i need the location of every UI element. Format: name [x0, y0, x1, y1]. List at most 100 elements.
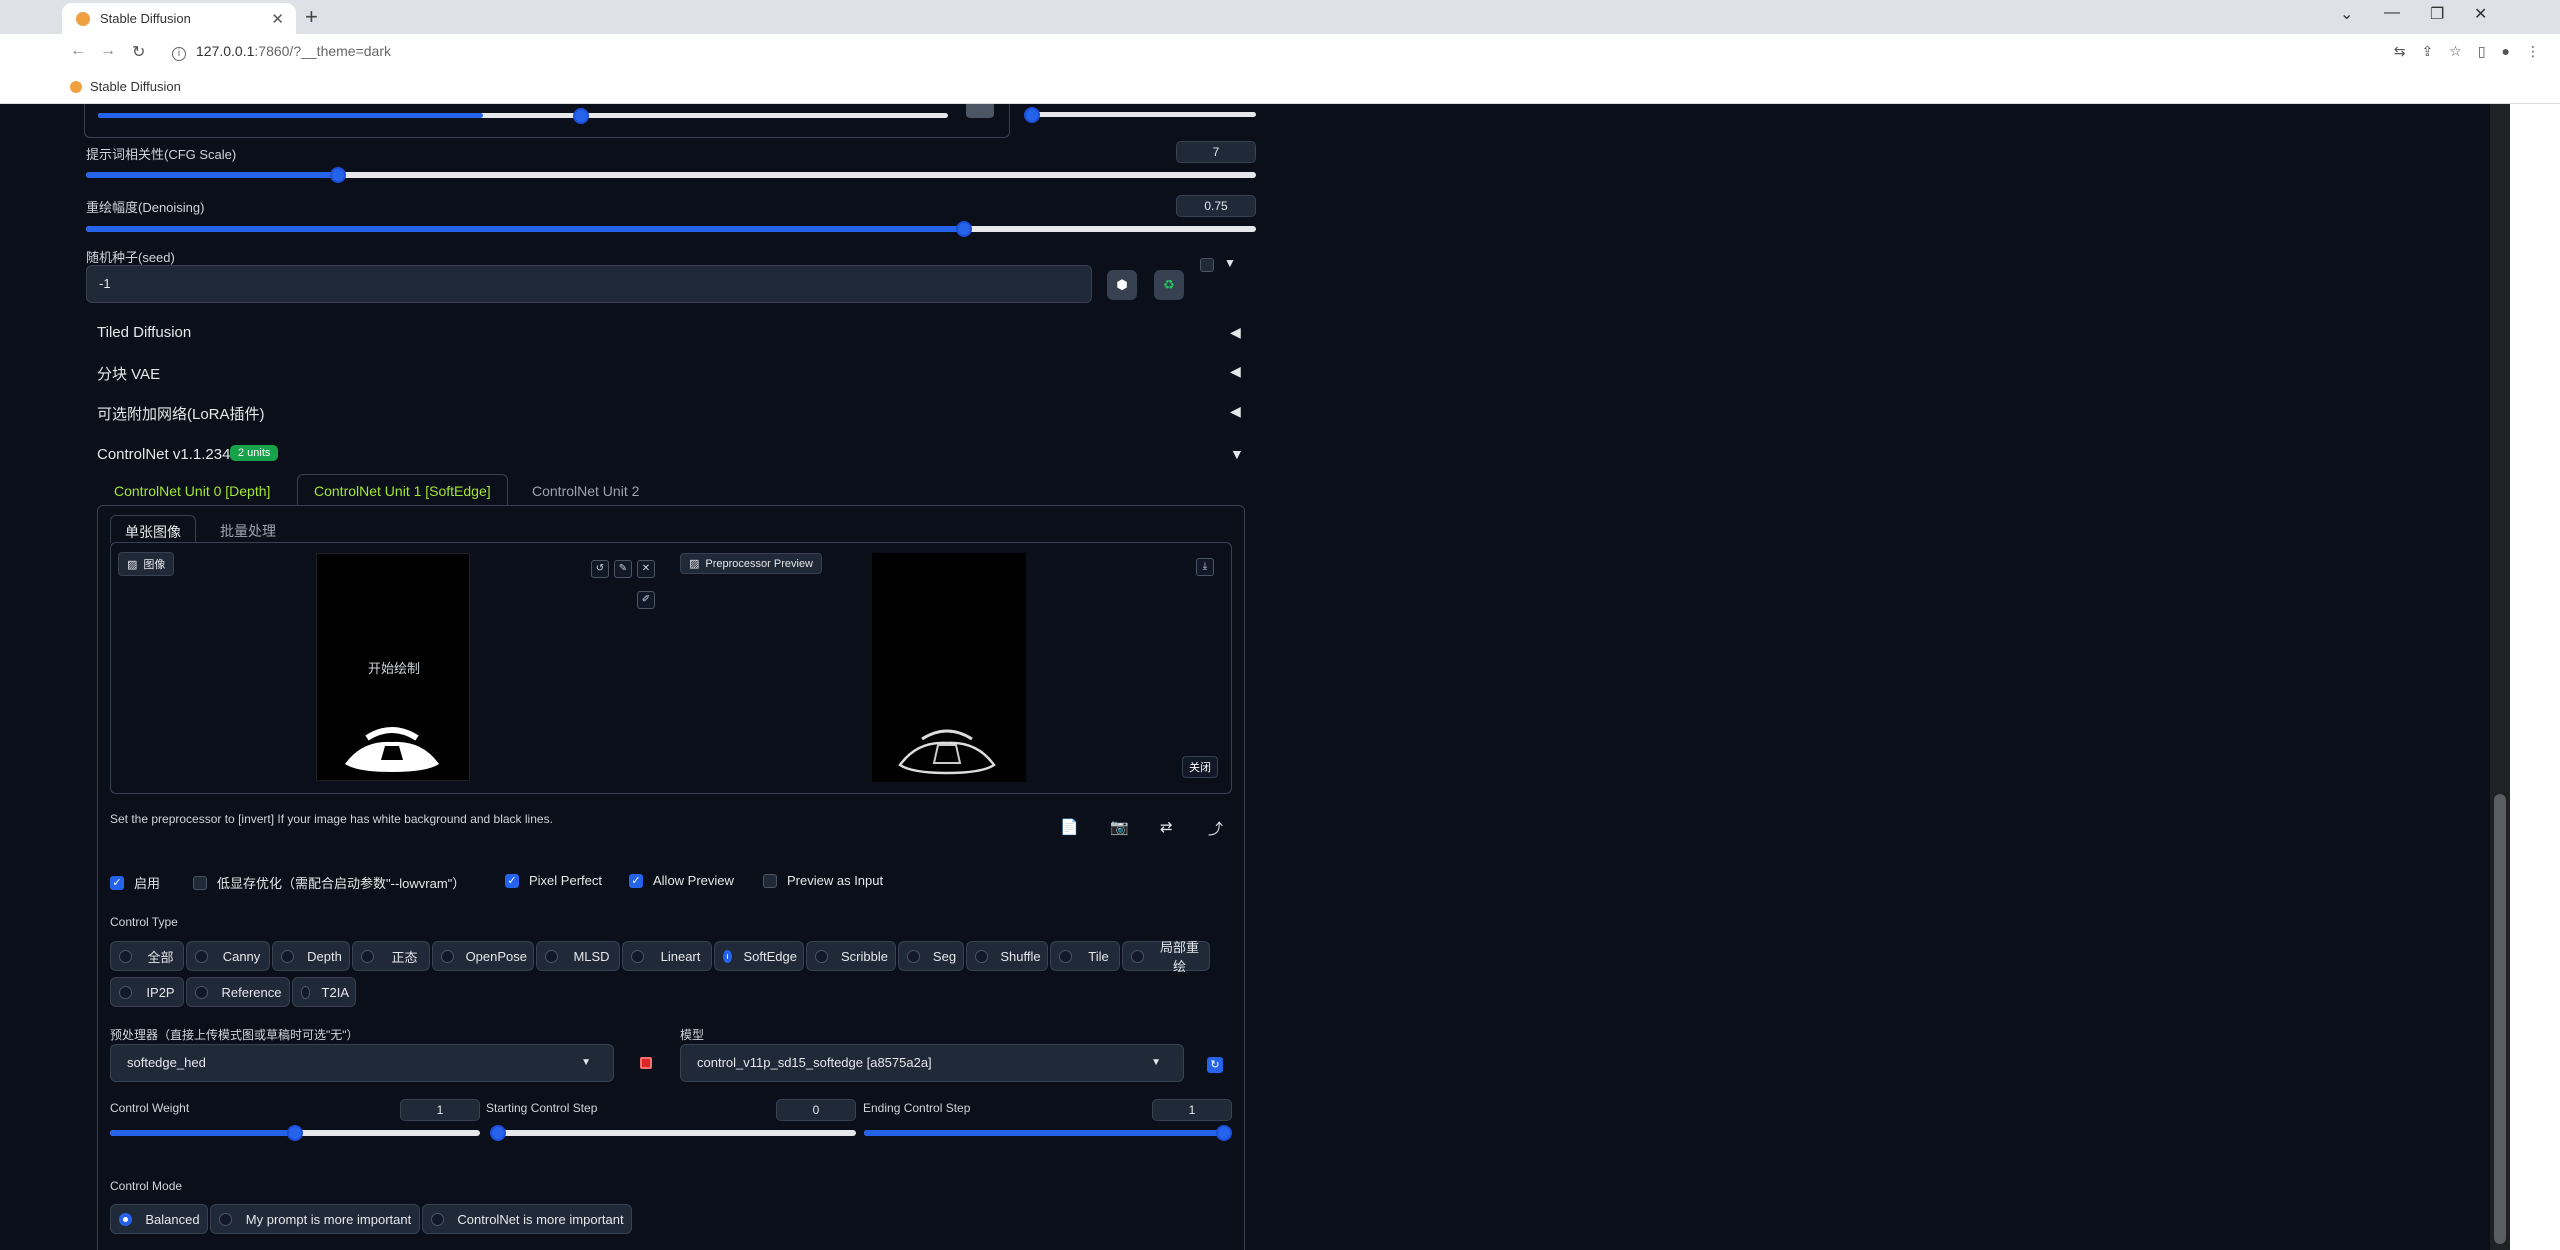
sidebar-icon[interactable]: ▯ [2478, 43, 2486, 60]
enable-checkbox[interactable]: ✓ 启用 [110, 873, 160, 892]
end-step-fill [864, 1130, 1228, 1136]
control-mode-option[interactable]: ControlNet is more important [422, 1204, 632, 1234]
tab-unit-0[interactable]: ControlNet Unit 0 [Depth] [100, 477, 284, 505]
partial-slider-knob[interactable] [573, 108, 589, 124]
collapse-arrow-icon[interactable]: ◀ [1230, 363, 1241, 380]
partial-button[interactable] [966, 104, 994, 118]
control-type-option[interactable]: T2IA [292, 977, 356, 1007]
cfg-slider-knob[interactable] [330, 167, 346, 183]
restore-icon[interactable]: ❐ [2430, 4, 2444, 24]
url-field[interactable]: i 127.0.0.1:7860/?__theme=dark [172, 43, 391, 61]
control-type-option[interactable]: Seg [898, 941, 964, 971]
control-type-option[interactable]: Canny [186, 941, 270, 971]
collapse-arrow-icon[interactable]: ◀ [1230, 403, 1241, 420]
page-scrollbar[interactable] [2490, 104, 2510, 1250]
new-canvas-icon[interactable]: 📄 [1060, 818, 1079, 836]
control-weight-slider[interactable] [110, 1125, 480, 1141]
swap-icon[interactable]: ⇄ [1160, 818, 1173, 836]
undo-icon[interactable]: ↺ [591, 560, 609, 578]
control-mode-option[interactable]: Balanced [110, 1204, 208, 1234]
end-step-slider[interactable] [864, 1125, 1232, 1141]
control-type-option[interactable]: 正态 [352, 941, 430, 971]
control-type-option[interactable]: SoftEdge [714, 941, 804, 971]
accordion-tiled-diffusion[interactable]: Tiled Diffusion [97, 324, 191, 341]
denoise-slider[interactable] [86, 221, 1256, 237]
star-icon[interactable]: ☆ [2449, 43, 2462, 60]
collapse-arrow-icon[interactable]: ◀ [1230, 324, 1241, 341]
start-step-input[interactable]: 0 [776, 1099, 856, 1121]
units-badge: 2 units [230, 445, 279, 461]
control-type-option[interactable]: MLSD [536, 941, 620, 971]
control-type-option[interactable]: 全部 [110, 941, 184, 971]
back-icon[interactable]: ← [70, 42, 86, 60]
extra-seed-arrow-icon[interactable]: ▼ [1224, 256, 1236, 270]
start-step-slider[interactable] [490, 1125, 856, 1141]
accordion-controlnet[interactable]: ControlNet v1.1.234 [97, 446, 230, 463]
recycle-icon[interactable]: ♻ [1154, 270, 1184, 300]
site-info-icon[interactable]: i [172, 47, 186, 61]
expand-arrow-icon[interactable]: ▼ [1230, 446, 1244, 462]
input-canvas[interactable]: 开始绘制 [316, 553, 470, 781]
lowvram-checkbox[interactable]: 低显存优化（需配合启动参数"--lowvram"） [193, 873, 465, 892]
close-preview-button[interactable]: 关闭 [1182, 756, 1218, 778]
control-type-option[interactable]: Shuffle [966, 941, 1048, 971]
control-type-option[interactable]: Scribble [806, 941, 896, 971]
control-type-option[interactable]: IP2P [110, 977, 184, 1007]
preprocessor-select[interactable]: softedge_hed ▼ [110, 1044, 614, 1082]
dice-icon[interactable]: ⬢ [1107, 270, 1137, 300]
denoise-slider-knob[interactable] [956, 221, 972, 237]
new-tab-icon[interactable]: + [305, 4, 318, 30]
pixel-perfect-checkbox[interactable]: ✓ Pixel Perfect [505, 873, 602, 888]
reload-icon[interactable]: ↻ [132, 42, 145, 62]
close-tab-icon[interactable]: ✕ [271, 10, 284, 28]
cfg-slider[interactable] [86, 167, 1256, 183]
model-select[interactable]: control_v11p_sd15_softedge [a8575a2a] ▼ [680, 1044, 1184, 1082]
partial-slider-right[interactable] [1024, 107, 1256, 123]
accordion-lora[interactable]: 可选附加网络(LoRA插件) [97, 403, 265, 424]
extra-seed-checkbox[interactable] [1200, 258, 1214, 272]
profile-icon[interactable]: ● [2502, 43, 2510, 60]
allow-preview-checkbox[interactable]: ✓ Allow Preview [629, 873, 734, 888]
scrollbar-thumb[interactable] [2494, 794, 2506, 1244]
control-weight-input[interactable]: 1 [400, 1099, 480, 1121]
run-preprocessor-icon[interactable] [640, 1057, 652, 1069]
control-weight-knob[interactable] [287, 1125, 303, 1141]
control-type-option[interactable]: Reference [186, 977, 290, 1007]
translate-icon[interactable]: ⇆ [2394, 43, 2406, 60]
menu-icon[interactable]: ⋮ [2526, 43, 2540, 60]
brush-icon[interactable]: ✐ [637, 591, 655, 609]
control-type-option[interactable]: 局部重绘 [1122, 940, 1210, 974]
end-step-knob[interactable] [1216, 1125, 1232, 1141]
cfg-input[interactable]: 7 [1176, 141, 1256, 163]
edit-icon[interactable]: ✎ [614, 560, 632, 578]
tab-unit-2[interactable]: ControlNet Unit 2 [520, 477, 651, 505]
bookmark-item[interactable]: Stable Diffusion [70, 79, 181, 94]
control-type-option[interactable]: Depth [272, 941, 350, 971]
window-close-icon[interactable]: ✕ [2474, 4, 2487, 24]
preview-as-input-checkbox[interactable]: Preview as Input [763, 873, 883, 888]
tab-search-icon[interactable]: ⌄ [2340, 4, 2353, 24]
control-mode-option[interactable]: My prompt is more important [210, 1204, 420, 1234]
control-type-option[interactable]: OpenPose [432, 941, 534, 971]
clear-icon[interactable]: ✕ [637, 560, 655, 578]
browser-tab[interactable]: Stable Diffusion ✕ [62, 3, 296, 34]
download-icon[interactable]: ⤓ [1196, 558, 1214, 576]
refresh-icon[interactable]: ↻ [1207, 1057, 1223, 1073]
share-icon[interactable]: ⇪ [2422, 43, 2434, 60]
partial-slider-right-knob[interactable] [1024, 107, 1040, 123]
control-type-option[interactable]: Tile [1050, 941, 1120, 971]
denoise-input[interactable]: 0.75 [1176, 195, 1256, 217]
camera-icon[interactable]: 📷 [1110, 818, 1129, 836]
forward-icon[interactable]: → [100, 42, 116, 60]
tab-unit-1[interactable]: ControlNet Unit 1 [SoftEdge] [297, 474, 508, 507]
tab-single-image[interactable]: 单张图像 [110, 515, 196, 543]
radio-icon [907, 949, 920, 963]
control-type-option[interactable]: Lineart [622, 941, 712, 971]
start-step-knob[interactable] [490, 1125, 506, 1141]
end-step-input[interactable]: 1 [1152, 1099, 1232, 1121]
partial-slider[interactable] [98, 108, 948, 124]
minimize-icon[interactable]: — [2384, 4, 2400, 22]
send-dimensions-icon[interactable]: ⤴ [1208, 818, 1223, 839]
accordion-tiled-vae[interactable]: 分块 VAE [97, 363, 160, 384]
seed-input[interactable]: -1 [86, 265, 1092, 303]
